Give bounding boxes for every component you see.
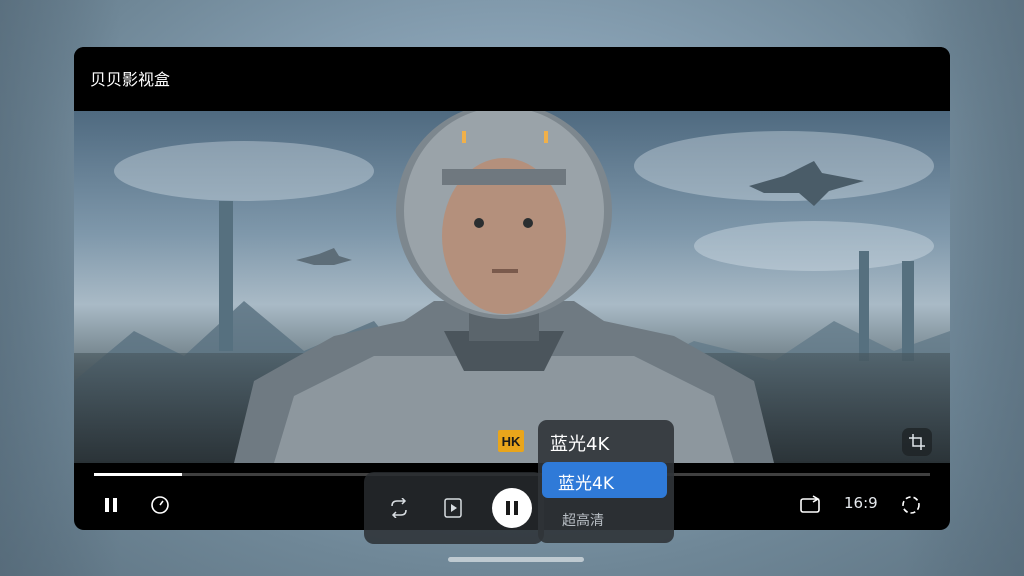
loop-icon bbox=[391, 498, 407, 518]
quality-option[interactable]: 超高清 bbox=[562, 510, 604, 530]
distant-tower bbox=[859, 251, 869, 361]
pause-icon bbox=[506, 501, 518, 515]
title-bar: 贝贝影视盒 bbox=[74, 47, 950, 111]
speed-icon bbox=[151, 496, 169, 514]
quality-current-label: 蓝光4K bbox=[550, 434, 610, 455]
fullscreen-button[interactable] bbox=[898, 492, 924, 518]
next-episode-icon bbox=[444, 498, 462, 518]
loop-button[interactable] bbox=[386, 496, 412, 520]
video-frame[interactable]: ◀ ◷ bbox=[74, 111, 950, 463]
quality-option-selected[interactable]: 蓝光4K bbox=[542, 462, 667, 498]
video-player: 贝贝影视盒 16:9 bbox=[74, 47, 950, 530]
app-title: 贝贝影视盒 bbox=[90, 70, 171, 89]
home-indicator[interactable] bbox=[448, 557, 584, 562]
cast-icon bbox=[800, 495, 820, 513]
distant-tower bbox=[902, 261, 914, 361]
pause-button[interactable] bbox=[98, 492, 124, 518]
speed-button[interactable] bbox=[148, 493, 172, 517]
pause-icon bbox=[105, 498, 117, 512]
fullscreen-icon bbox=[902, 496, 920, 514]
cast-button[interactable] bbox=[798, 493, 824, 517]
crop-icon bbox=[909, 434, 925, 450]
progress-fill bbox=[94, 473, 182, 476]
hero-character bbox=[234, 111, 774, 463]
quality-option-label: 蓝光4K bbox=[558, 474, 614, 494]
aspect-ratio-button[interactable]: 16:9 bbox=[844, 494, 878, 512]
play-pause-button[interactable] bbox=[492, 488, 532, 528]
hk-badge: HK bbox=[498, 430, 524, 452]
next-episode-button[interactable] bbox=[440, 495, 466, 521]
crop-button[interactable] bbox=[902, 428, 932, 456]
quality-menu: 蓝光4K 蓝光4K 超高清 bbox=[538, 420, 674, 543]
